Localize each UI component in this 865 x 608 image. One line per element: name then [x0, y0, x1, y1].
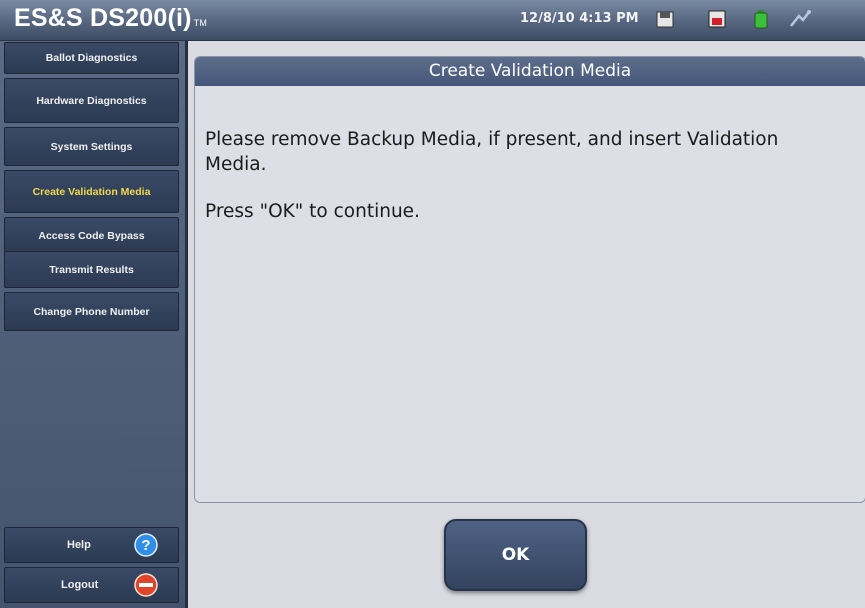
logout-icon	[134, 573, 158, 597]
svg-text:?: ?	[141, 537, 150, 554]
dialog-panel: Create Validation Media Please remove Ba…	[194, 56, 865, 503]
disk-icon	[656, 11, 674, 28]
instruction-text: Please remove Backup Media, if present, …	[205, 129, 779, 175]
memory-card-icon	[708, 10, 726, 28]
sidebar-item-change-phone-number[interactable]: Change Phone Number	[4, 292, 179, 331]
help-label: Help	[67, 539, 91, 551]
title-bar: ES&S DS200(i) TM 12/8/10 4:13 PM	[0, 0, 865, 41]
sidebar-item-system-settings[interactable]: System Settings	[4, 127, 179, 166]
help-button[interactable]: Help ?	[4, 527, 179, 563]
logout-button[interactable]: Logout	[4, 567, 179, 603]
date-time: 12/8/10 4:13 PM	[520, 11, 639, 26]
instruction-message: Please remove Backup Media, if present, …	[205, 127, 845, 246]
sidebar-item-hardware-diagnostics[interactable]: Hardware Diagnostics	[4, 78, 179, 123]
app-title: ES&S DS200(i) TM	[14, 4, 208, 32]
battery-icon	[754, 10, 768, 29]
ok-button[interactable]: OK	[444, 519, 587, 591]
sidebar-item-create-validation-media[interactable]: Create Validation Media	[4, 170, 179, 213]
panel-title: Create Validation Media	[195, 57, 865, 86]
logout-label: Logout	[61, 579, 99, 591]
sidebar-item-transmit-results[interactable]: Transmit Results	[4, 251, 179, 288]
network-icon	[790, 10, 811, 27]
help-icon: ?	[134, 533, 158, 557]
sidebar-item-ballot-diagnostics[interactable]: Ballot Diagnostics	[4, 42, 179, 74]
main-content: Create Validation Media Please remove Ba…	[188, 41, 865, 608]
sidebar-item-access-code-bypass[interactable]: Access Code Bypass	[4, 217, 179, 254]
continue-text: Press "OK" to continue.	[205, 201, 420, 222]
trademark: TM	[193, 18, 208, 28]
sidebar: Ballot Diagnostics Hardware Diagnostics …	[0, 41, 187, 608]
